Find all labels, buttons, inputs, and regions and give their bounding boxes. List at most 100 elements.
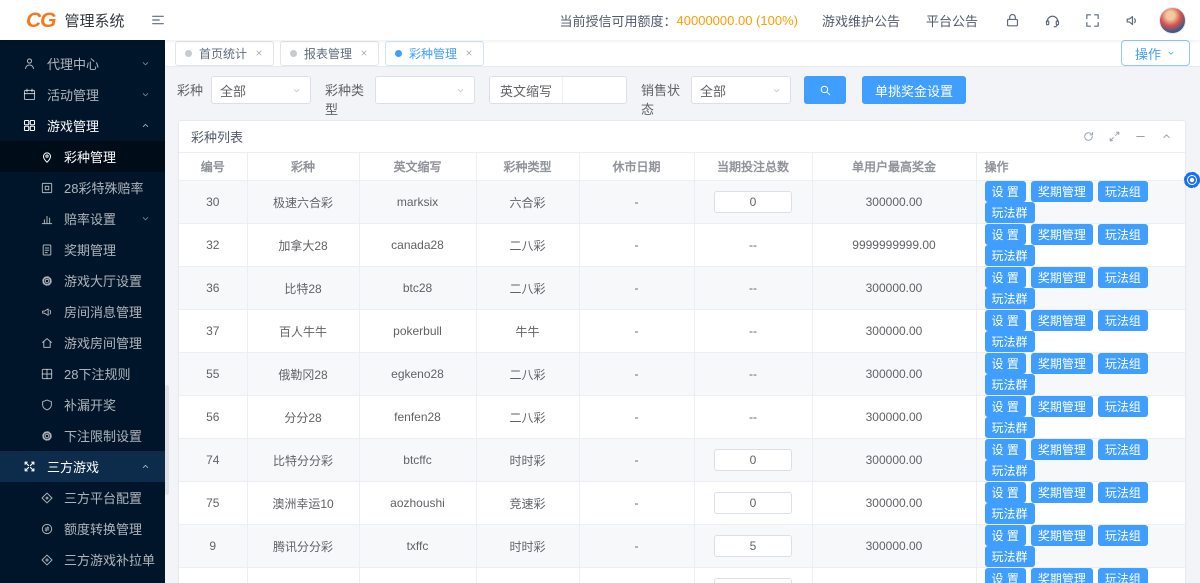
play-cluster-button[interactable]: 玩法群 [985,546,1035,567]
bet-count-input[interactable] [714,578,792,583]
row-actions: 设 置奖期管理玩法组玩法群 [976,568,1185,583]
settings-gear-button[interactable] [1180,168,1200,192]
sidebar-item-special-odds-28[interactable]: 28彩特殊赔率 [0,172,165,203]
settings-button[interactable]: 设 置 [985,439,1026,460]
table-row: 37百人牛牛pokerbull牛牛---300000.00设 置奖期管理玩法组玩… [179,310,1185,353]
bet-count-input[interactable] [714,449,792,471]
play-group-button[interactable]: 玩法组 [1098,439,1148,460]
lottery-type-select[interactable] [375,76,475,104]
actions-dropdown-button[interactable]: 操作 [1121,40,1190,66]
minus-icon[interactable] [1134,130,1147,143]
sidebar-item-third-party-game-pull-order[interactable]: 三方游戏补拉单 [0,544,165,575]
sidebar-item-quota-transfer-management[interactable]: 额度转换管理 [0,513,165,544]
link-game-maintenance-notice[interactable]: 游戏维护公告 [822,11,900,30]
play-cluster-button[interactable]: 玩法群 [985,202,1035,223]
row-actions: 设 置奖期管理玩法组玩法群 [976,267,1185,310]
sidebar-item-game-room-management[interactable]: 游戏房间管理 [0,327,165,358]
play-group-button[interactable]: 玩法组 [1098,525,1148,546]
sidebar-item-third-party-platform-config[interactable]: 三方平台配置 [0,482,165,513]
sidebar-item-game-hall-settings[interactable]: 游戏大厅设置 [0,265,165,296]
service-icon[interactable] [1044,12,1061,29]
sidebar-item-lottery-management[interactable]: 彩种管理 [0,141,165,172]
prize-period-button[interactable]: 奖期管理 [1031,439,1093,460]
transfer-icon [40,522,54,536]
fullscreen-icon[interactable] [1084,12,1101,29]
expand-icon[interactable] [1108,130,1121,143]
sidebar-item-prize-period-management[interactable]: 奖期管理 [0,234,165,265]
lock-icon[interactable] [1004,12,1021,29]
close-icon[interactable] [464,48,474,58]
settings-button[interactable]: 设 置 [985,267,1026,288]
play-cluster-button[interactable]: 玩法群 [985,503,1035,524]
prize-period-button[interactable]: 奖期管理 [1031,525,1093,546]
prize-period-button[interactable]: 奖期管理 [1031,396,1093,417]
sidebar-item-third-party-games[interactable]: 三方游戏 [0,451,165,482]
tab-report-management[interactable]: 报表管理 [280,41,379,66]
sidebar-item-room-message-management[interactable]: 房间消息管理 [0,296,165,327]
prize-period-button[interactable]: 奖期管理 [1031,482,1093,503]
play-cluster-button[interactable]: 玩法群 [985,331,1035,352]
column-header: 休市日期 [579,153,694,181]
prize-period-button[interactable]: 奖期管理 [1031,181,1093,202]
close-icon[interactable] [254,48,264,58]
play-group-button[interactable]: 玩法组 [1098,181,1148,202]
lottery-table: 编号彩种英文缩写彩种类型休市日期当期投注总数单用户最高奖金操作 30极速六合彩m… [179,153,1185,583]
bet-count-input[interactable] [714,492,792,514]
sidebar-item-activity-management[interactable]: 活动管理 [0,79,165,110]
settings-button[interactable]: 设 置 [985,181,1026,202]
tab-lottery-management[interactable]: 彩种管理 [385,41,484,66]
settings-button[interactable]: 设 置 [985,482,1026,503]
content-area: 首页统计报表管理彩种管理 操作 彩种 全部 彩种类型 英文缩写 [165,40,1200,583]
search-button[interactable] [804,76,846,104]
play-cluster-button[interactable]: 玩法群 [985,245,1035,266]
play-group-button[interactable]: 玩法组 [1098,482,1148,503]
play-cluster-button[interactable]: 玩法群 [985,460,1035,481]
play-group-button[interactable]: 玩法组 [1098,568,1148,583]
collapse-icon[interactable] [1160,130,1173,143]
sidebar-item-bet-limit-settings[interactable]: 下注限制设置 [0,420,165,451]
prize-period-button[interactable]: 奖期管理 [1031,568,1093,583]
sidebar-item-agent-center[interactable]: 代理中心 [0,48,165,79]
prize-period-button[interactable]: 奖期管理 [1031,310,1093,331]
tab-home-stats[interactable]: 首页统计 [175,41,274,66]
refresh-icon[interactable] [1082,130,1095,143]
menu-fold-icon[interactable] [150,12,166,28]
link-platform-notice[interactable]: 平台公告 [926,11,978,30]
sidebar-item-odds-settings[interactable]: 赔率设置 [0,203,165,234]
lottery-select[interactable]: 全部 [211,76,311,104]
play-cluster-button[interactable]: 玩法群 [985,417,1035,438]
play-group-button[interactable]: 玩法组 [1098,310,1148,331]
header-icon-group [1004,12,1141,29]
prize-period-button[interactable]: 奖期管理 [1031,267,1093,288]
settings-button[interactable]: 设 置 [985,525,1026,546]
settings-button[interactable]: 设 置 [985,396,1026,417]
hall-icon [40,274,54,288]
play-cluster-button[interactable]: 玩法群 [985,288,1035,309]
bet-count-input[interactable] [714,191,792,213]
sales-status-select[interactable]: 全部 [691,76,791,104]
prize-period-button[interactable]: 奖期管理 [1031,224,1093,245]
tab-status-dot [395,50,402,57]
play-cluster-button[interactable]: 玩法群 [985,374,1035,395]
settings-button[interactable]: 设 置 [985,568,1026,583]
play-group-button[interactable]: 玩法组 [1098,353,1148,374]
settings-button[interactable]: 设 置 [985,224,1026,245]
avatar[interactable] [1159,7,1186,34]
close-icon[interactable] [359,48,369,58]
sidebar-item-makeup-draw[interactable]: 补漏开奖 [0,389,165,420]
abbr-label: 英文缩写 [490,77,563,103]
sidebar-item-bet-rules-28[interactable]: 28下注规则 [0,358,165,389]
play-group-button[interactable]: 玩法组 [1098,396,1148,417]
play-group-button[interactable]: 玩法组 [1098,267,1148,288]
settings-button[interactable]: 设 置 [985,310,1026,331]
sidebar-item-game-management[interactable]: 游戏管理 [0,110,165,141]
sound-icon[interactable] [1124,12,1141,29]
single-prize-settings-button[interactable]: 单挑奖金设置 [862,76,966,104]
scrollbar-thumb[interactable] [165,385,169,495]
abbr-input[interactable] [563,78,621,102]
settings-button[interactable]: 设 置 [985,353,1026,374]
bet-count-input[interactable] [714,535,792,557]
prize-period-button[interactable]: 奖期管理 [1031,353,1093,374]
play-group-button[interactable]: 玩法组 [1098,224,1148,245]
lottery-filter-label: 彩种 [177,76,203,101]
